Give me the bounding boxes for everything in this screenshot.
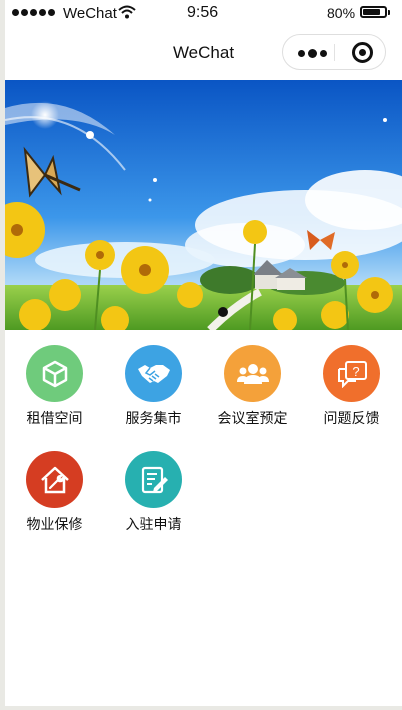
svg-text:?: ? [352,364,359,379]
menu-item-label: 租借空间 [26,410,83,426]
navigation-bar: WeChat [5,28,402,80]
close-miniprogram-button[interactable] [352,42,373,63]
menu-item-settle-application[interactable]: 入驻申请 [104,451,203,534]
house-wrench-icon [26,451,83,508]
menu-item-meeting-room[interactable]: 会议室预定 [203,345,302,428]
phone-screen: WeChat 9:56 80% WeChat 租借空间 服务集市 会议室预定 ?… [5,0,402,706]
banner-carousel[interactable] [5,80,402,330]
battery-fill [363,9,380,15]
question-chat-icon: ? [323,345,380,402]
menu-item-property-repair[interactable]: 物业保修 [5,451,104,534]
capsule-divider [334,44,335,61]
handshake-icon [125,345,182,402]
menu-item-rent-space[interactable]: 租借空间 [5,345,104,428]
menu-item-label: 入驻申请 [125,516,182,532]
edit-document-icon [125,451,182,508]
cube-icon [26,345,83,402]
status-bar: WeChat 9:56 80% [5,0,402,28]
battery-icon [360,6,387,18]
status-time: 9:56 [187,4,219,21]
menu-item-label: 服务集市 [125,410,182,426]
menu-item-label: 物业保修 [26,516,83,532]
battery-percent: 80% [327,5,356,21]
menu-item-label: 会议室预定 [217,410,288,426]
wifi-icon [118,5,136,19]
signal-strength-icon [12,9,55,16]
carousel-indicator-dot[interactable] [218,307,228,317]
more-options-button[interactable] [298,49,327,58]
people-group-icon [224,345,281,402]
menu-item-label: 问题反馈 [323,410,380,426]
carrier-name: WeChat [63,5,117,22]
menu-item-service-market[interactable]: 服务集市 [104,345,203,428]
banner-image [5,80,402,330]
miniprogram-capsule [282,34,386,70]
menu-item-feedback[interactable]: ? 问题反馈 [302,345,401,428]
battery-tip [388,10,390,15]
